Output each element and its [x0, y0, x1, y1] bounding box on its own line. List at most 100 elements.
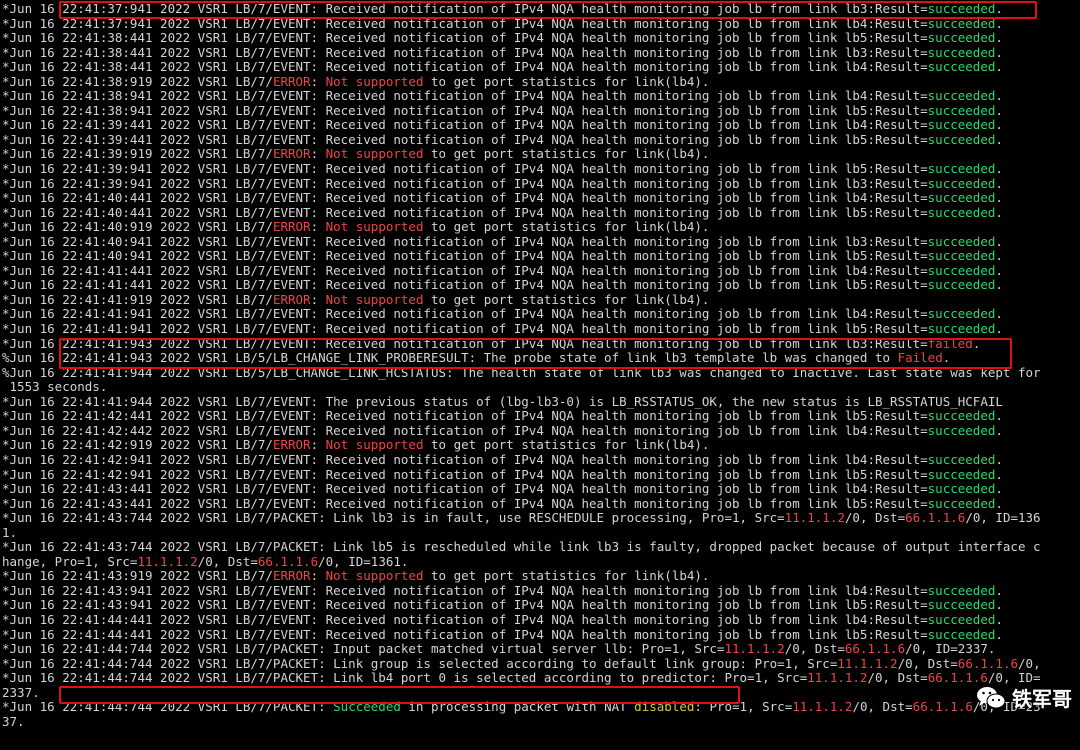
log-line: *Jun 16 22:41:40:441 2022 VSR1 LB/7/EVEN… — [2, 191, 1080, 206]
log-line: *Jun 16 22:41:41:943 2022 VSR1 LB/7/EVEN… — [2, 337, 1080, 352]
log-line: *Jun 16 22:41:44:744 2022 VSR1 LB/7/PACK… — [2, 642, 1080, 657]
log-segment: succeeded — [927, 205, 996, 220]
log-segment: . — [995, 423, 1003, 438]
log-segment: to get port statistics for link(lb4). — [423, 569, 710, 584]
log-line: *Jun 16 22:41:39:441 2022 VSR1 LB/7/EVEN… — [2, 133, 1080, 148]
log-segment: succeeded — [927, 45, 996, 60]
log-line: 37. — [2, 715, 1080, 730]
log-line: *Jun 16 22:41:38:941 2022 VSR1 LB/7/EVEN… — [2, 104, 1080, 119]
log-segment: . — [995, 234, 1003, 249]
log-segment: *Jun 16 22:41:40:941 2022 VSR1 LB/7/EVEN… — [2, 234, 928, 249]
log-line: *Jun 16 22:41:41:919 2022 VSR1 LB/7/ERRO… — [2, 293, 1080, 308]
log-segment: to get port statistics for link(lb4). — [423, 438, 710, 453]
log-segment: succeeded — [927, 627, 996, 642]
log-segment: *Jun 16 22:41:44:744 2022 VSR1 LB/7/PACK… — [2, 671, 808, 686]
log-segment: *Jun 16 22:41:37:941 2022 VSR1 LB/7/EVEN… — [2, 2, 928, 16]
log-line: *Jun 16 22:41:43:919 2022 VSR1 LB/7/ERRO… — [2, 569, 1080, 584]
log-segment: succeeded — [927, 31, 996, 46]
log-segment: *Jun 16 22:41:42:919 2022 VSR1 LB/7/ — [2, 438, 273, 453]
log-segment: Not supported — [325, 220, 424, 235]
log-segment: *Jun 16 22:41:43:744 2022 VSR1 LB/7/PACK… — [2, 511, 785, 526]
log-segment: 66.1.1.6 — [844, 642, 906, 657]
log-line: *Jun 16 22:41:43:941 2022 VSR1 LB/7/EVEN… — [2, 598, 1080, 613]
log-segment: to get port statistics for link(lb4). — [423, 147, 710, 162]
log-segment: *Jun 16 22:41:40:919 2022 VSR1 LB/7/ — [2, 220, 273, 235]
log-segment: succeeded — [927, 583, 996, 598]
log-line: *Jun 16 22:41:39:919 2022 VSR1 LB/7/ERRO… — [2, 147, 1080, 162]
terminal-log-output: *Jun 16 22:41:37:941 2022 VSR1 LB/7/EVEN… — [0, 0, 1080, 750]
log-segment: . — [972, 336, 981, 351]
log-segment: 2337. — [2, 685, 40, 700]
log-segment: *Jun 16 22:41:44:744 2022 VSR1 LB/7/PACK… — [2, 642, 725, 657]
log-segment: . — [995, 409, 1003, 424]
log-line: *Jun 16 22:41:42:941 2022 VSR1 LB/7/EVEN… — [2, 468, 1080, 483]
log-segment: succeeded — [927, 423, 996, 438]
log-line: hange, Pro=1, Src=11.1.1.2/0, Dst=66.1.1… — [2, 555, 1080, 570]
log-segment: . — [995, 249, 1003, 264]
log-segment: . — [995, 307, 1003, 322]
log-line: *Jun 16 22:41:39:941 2022 VSR1 LB/7/EVEN… — [2, 177, 1080, 192]
log-line: *Jun 16 22:41:43:441 2022 VSR1 LB/7/EVEN… — [2, 497, 1080, 512]
log-segment: *Jun 16 22:41:42:941 2022 VSR1 LB/7/EVEN… — [2, 452, 928, 467]
log-segment: 11.1.1.2 — [792, 700, 853, 715]
log-segment: . — [995, 16, 1003, 31]
log-segment: . — [995, 60, 1003, 75]
log-segment: succeeded — [927, 307, 996, 322]
log-segment: to get port statistics for link(lb4). — [423, 292, 710, 307]
log-segment: : — [310, 220, 326, 235]
log-segment: *Jun 16 22:41:38:919 2022 VSR1 LB/7/ — [2, 74, 273, 89]
log-segment: /0, ID=136 — [965, 511, 1041, 526]
log-segment: succeeded — [927, 496, 996, 511]
log-segment: *Jun 16 22:41:43:941 2022 VSR1 LB/7/EVEN… — [2, 583, 928, 598]
log-segment: /0, Dst= — [844, 511, 906, 526]
log-segment: ERROR — [272, 147, 311, 162]
log-line: *Jun 16 22:41:44:441 2022 VSR1 LB/7/EVEN… — [2, 613, 1080, 628]
log-segment: succeeded — [927, 409, 996, 424]
log-segment: succeeded — [927, 598, 996, 613]
log-segment: . — [995, 118, 1003, 133]
log-segment: /0, Dst= — [897, 656, 958, 671]
log-segment: succeeded — [927, 482, 996, 497]
log-segment: . — [995, 322, 1003, 337]
log-segment: Not supported — [325, 147, 424, 162]
log-segment: . — [995, 467, 1003, 482]
log-segment: succeeded — [927, 176, 996, 191]
log-segment: *Jun 16 22:41:44:744 2022 VSR1 LB/7/PACK… — [2, 700, 334, 715]
log-segment: . — [995, 162, 1003, 177]
log-line: *Jun 16 22:41:38:441 2022 VSR1 LB/7/EVEN… — [2, 31, 1080, 46]
log-segment: *Jun 16 22:41:41:941 2022 VSR1 LB/7/EVEN… — [2, 307, 928, 322]
log-segment: *Jun 16 22:41:43:941 2022 VSR1 LB/7/EVEN… — [2, 598, 928, 613]
log-segment: . — [995, 583, 1003, 598]
log-segment: succeeded — [927, 452, 996, 467]
log-segment: /0, — [1018, 656, 1041, 671]
log-segment: : — [310, 438, 326, 453]
log-segment: *Jun 16 22:41:43:441 2022 VSR1 LB/7/EVEN… — [2, 482, 928, 497]
log-segment: ERROR — [272, 74, 311, 89]
log-segment: . — [995, 598, 1003, 613]
watermark-text: 铁军哥 — [1012, 687, 1072, 711]
log-line: 1. — [2, 526, 1080, 541]
log-segment: /0, Dst= — [197, 554, 258, 569]
log-segment: failed — [927, 336, 973, 351]
log-segment: /0, Dst= — [784, 642, 845, 657]
log-segment: 66.1.1.6 — [905, 511, 966, 526]
log-segment: 1. — [2, 525, 18, 540]
log-line: *Jun 16 22:41:40:941 2022 VSR1 LB/7/EVEN… — [2, 235, 1080, 250]
log-segment: /0, ID=2337. — [905, 642, 996, 657]
log-line: *Jun 16 22:41:40:441 2022 VSR1 LB/7/EVEN… — [2, 206, 1080, 221]
log-segment: *Jun 16 22:41:37:941 2022 VSR1 LB/7/EVEN… — [2, 16, 928, 31]
log-segment: *Jun 16 22:41:38:441 2022 VSR1 LB/7/EVEN… — [2, 45, 928, 60]
log-segment: succeeded — [927, 467, 996, 482]
log-line: *Jun 16 22:41:39:441 2022 VSR1 LB/7/EVEN… — [2, 118, 1080, 133]
log-segment: ERROR — [272, 220, 311, 235]
log-line: *Jun 16 22:41:41:441 2022 VSR1 LB/7/EVEN… — [2, 278, 1080, 293]
log-segment: Not supported — [325, 569, 424, 584]
log-line: *Jun 16 22:41:41:441 2022 VSR1 LB/7/EVEN… — [2, 264, 1080, 279]
log-segment: *Jun 16 22:41:38:941 2022 VSR1 LB/7/EVEN… — [2, 103, 928, 118]
log-segment: *Jun 16 22:41:39:441 2022 VSR1 LB/7/EVEN… — [2, 118, 928, 133]
log-segment: *Jun 16 22:41:41:944 2022 VSR1 LB/7/EVEN… — [2, 394, 1003, 409]
log-line: *Jun 16 22:41:44:441 2022 VSR1 LB/7/EVEN… — [2, 628, 1080, 643]
log-segment: 66.1.1.6 — [912, 700, 973, 715]
log-segment: . — [995, 103, 1003, 118]
log-segment: succeeded — [927, 322, 996, 337]
